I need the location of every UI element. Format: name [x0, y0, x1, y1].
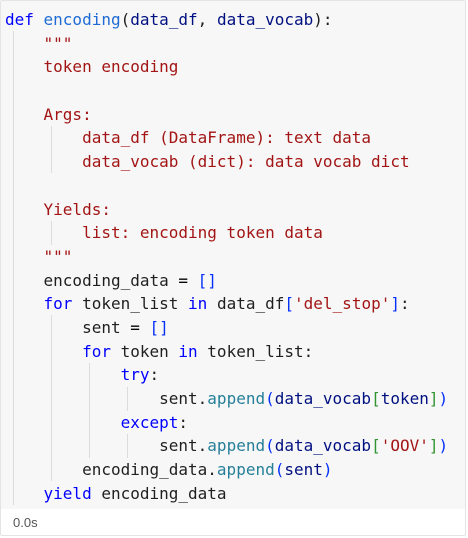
code-token: ) — [438, 436, 449, 456]
code-line: data_df (DataFrame): text data — [5, 126, 448, 150]
code-line: for token in token_list: — [5, 340, 448, 364]
code-token: ) — [438, 389, 449, 408]
code-token: ] — [390, 294, 400, 314]
code-token: sent — [284, 460, 323, 480]
code-token: encoding — [43, 10, 121, 29]
code-token: [] — [149, 317, 169, 337]
code-token: ( — [265, 436, 275, 456]
code-line: for token_list in data_df['del_stop']: — [5, 292, 448, 316]
code-line: token encoding — [5, 55, 448, 79]
code-token: data_vocab (dict): data vocab dict — [82, 152, 410, 172]
execution-time: 0.0s — [13, 515, 38, 530]
code-token: for — [43, 294, 83, 314]
code-token: data_vocab — [216, 10, 314, 29]
code-token: ( — [120, 10, 131, 29]
code-token: [ — [284, 294, 295, 314]
code-token: sent — [5, 317, 131, 337]
code-line: sent.append(data_vocab[token]) — [5, 387, 448, 411]
code-line: Yields: — [5, 198, 448, 222]
code-token: """ — [43, 246, 73, 266]
code-line: encoding_data.append(sent) — [5, 458, 448, 482]
code-token: [ — [371, 389, 381, 408]
code-line: """ — [5, 245, 448, 269]
code-token: [ — [371, 436, 381, 456]
code-line: list: encoding token data — [5, 221, 448, 245]
code-token: 'OOV' — [380, 436, 429, 456]
code-line: def encoding(data_df, data_vocab): — [5, 8, 448, 32]
code-token: data_df — [130, 10, 198, 29]
code-token: sent. — [5, 389, 208, 408]
code-token: data_df — [216, 294, 285, 314]
code-line: """ — [5, 32, 448, 56]
code-token: for — [82, 341, 121, 361]
code-token: ] — [428, 389, 439, 408]
code-token: Args: — [43, 104, 92, 124]
code-token: token_list: — [207, 341, 314, 361]
code-token: encoding_data. — [5, 460, 217, 480]
notebook-code-cell[interactable]: def encoding(data_df, data_vocab): """ t… — [0, 0, 466, 536]
code-token: append — [207, 389, 266, 408]
code-token: append — [216, 460, 275, 480]
code-token: : — [399, 294, 410, 314]
code-token: in — [178, 341, 208, 361]
code-token: ): — [313, 10, 333, 29]
code-token: = — [130, 317, 150, 337]
code-token: ( — [265, 389, 275, 408]
code-line: sent.append(data_vocab['OOV']) — [5, 434, 448, 458]
code-token: try — [120, 365, 150, 385]
code-token: token_list — [82, 294, 189, 314]
code-token: token — [380, 389, 429, 408]
code-token: except — [120, 412, 179, 432]
code-token: ] — [428, 436, 439, 456]
code-token: = — [178, 270, 198, 290]
code-line: except: — [5, 411, 448, 435]
code-token: ) — [322, 460, 333, 480]
code-token: data_vocab — [274, 389, 372, 408]
code-token: data_df (DataFrame): text data — [82, 128, 372, 148]
code-token: token — [120, 341, 179, 361]
source-code[interactable]: def encoding(data_df, data_vocab): """ t… — [5, 8, 448, 505]
code-line: encoding_data = [] — [5, 269, 448, 293]
code-token: append — [207, 436, 266, 456]
code-token: in — [188, 294, 217, 314]
code-token: [] — [197, 270, 217, 290]
code-token: sent. — [5, 436, 208, 456]
code-token: , — [197, 10, 217, 29]
code-token: : — [178, 412, 189, 432]
code-token: list: encoding token data — [82, 223, 323, 243]
code-token: token encoding — [43, 57, 179, 77]
code-line: data_vocab (dict): data vocab dict — [5, 150, 448, 174]
code-line: yield encoding_data — [5, 482, 448, 506]
code-token: def — [5, 10, 44, 29]
code-token: yield — [43, 483, 102, 503]
code-line: try: — [5, 363, 448, 387]
code-line: sent = [] — [5, 316, 448, 340]
code-editor[interactable]: def encoding(data_df, data_vocab): """ t… — [1, 1, 465, 509]
code-token: data_vocab — [274, 436, 372, 456]
code-token: Yields: — [43, 199, 111, 219]
code-token: : — [149, 365, 160, 385]
code-token: encoding_data — [101, 483, 227, 503]
code-token: encoding_data — [5, 270, 179, 290]
code-token: 'del_stop' — [294, 294, 391, 314]
code-line: Args: — [5, 103, 448, 127]
code-token: ( — [274, 460, 285, 480]
code-token: """ — [43, 33, 73, 53]
